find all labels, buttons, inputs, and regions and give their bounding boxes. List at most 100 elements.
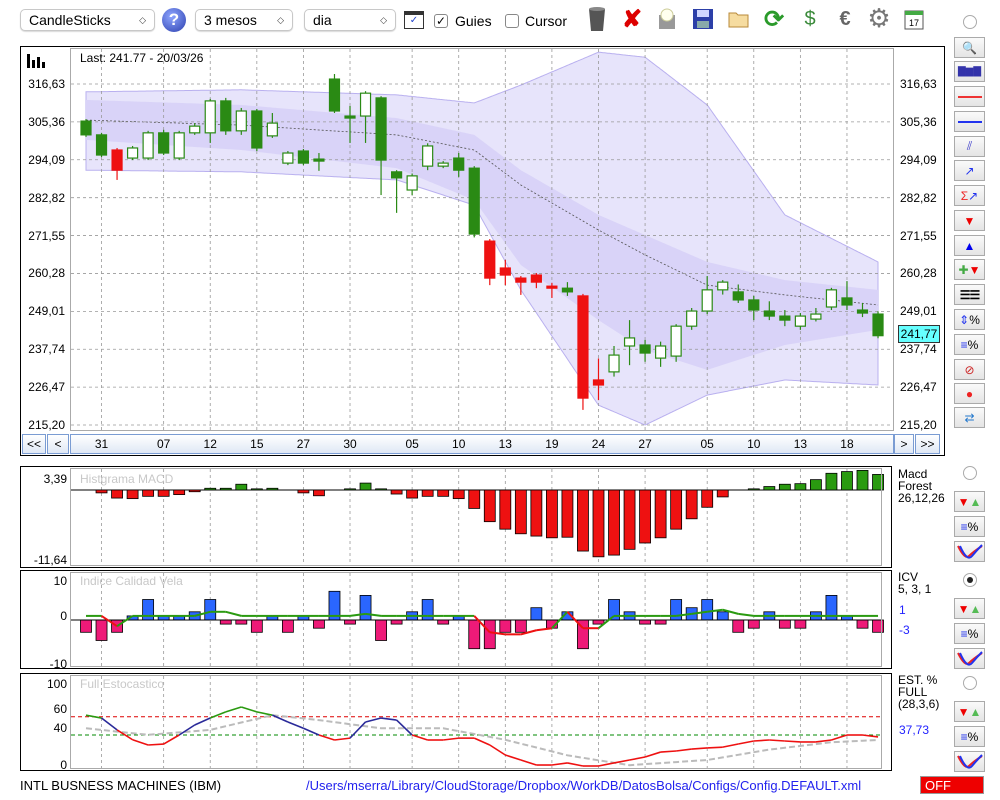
trash-icon[interactable] bbox=[584, 6, 610, 32]
chart-type-select[interactable]: CandleSticks ◇ bbox=[20, 9, 155, 31]
price-label-right: 215,20 bbox=[900, 418, 937, 432]
icv-max-label: 10 bbox=[53, 574, 67, 588]
icv-level-upper: 1 bbox=[899, 603, 906, 617]
date-label: 05 bbox=[405, 437, 419, 451]
price-plot-area[interactable] bbox=[70, 48, 894, 431]
curve-icon[interactable] bbox=[954, 541, 985, 562]
channel-icon[interactable]: ⫽ bbox=[954, 136, 985, 157]
sync-icon[interactable]: $ bbox=[797, 6, 823, 32]
save-icon[interactable] bbox=[690, 6, 716, 32]
main-panel-radio[interactable] bbox=[963, 15, 977, 29]
last-price-label: Last: 241.77 - 20/03/26 bbox=[80, 51, 204, 65]
macd-legend: Macd Forest 26,12,26 bbox=[898, 468, 945, 504]
zoom-icon[interactable]: 🔍 bbox=[954, 37, 985, 58]
volume-bars-icon[interactable] bbox=[26, 52, 46, 71]
last-price-badge: 241,77 bbox=[898, 325, 940, 343]
refresh-icon[interactable]: ⟳ bbox=[761, 6, 787, 33]
stoch-0-label: 0 bbox=[60, 758, 67, 772]
refresh-icon[interactable]: ⇄ bbox=[954, 407, 985, 428]
price-label-left: 316,63 bbox=[28, 77, 65, 91]
date-label: 05 bbox=[700, 437, 714, 451]
icv-plot-area[interactable] bbox=[70, 572, 882, 667]
icv-legend: ICV 5, 3, 1 bbox=[898, 571, 931, 595]
arrows-icon[interactable]: ▼ ▲ bbox=[954, 701, 985, 722]
interval-select[interactable]: dia ◇ bbox=[304, 9, 396, 31]
add-signal-icon[interactable]: ✚ ▼ bbox=[954, 259, 985, 280]
panel-select-radio[interactable] bbox=[963, 676, 977, 690]
open-folder-icon[interactable] bbox=[726, 6, 752, 32]
level-percent-icon[interactable]: ≡% bbox=[954, 623, 985, 644]
delete-icon[interactable]: ⊘ bbox=[954, 359, 985, 380]
level-percent-icon[interactable]: ≡% bbox=[954, 726, 985, 747]
arrows-icon[interactable]: ▼ ▲ bbox=[954, 598, 985, 619]
cursor-checkbox[interactable] bbox=[505, 14, 519, 28]
buy-arrow-icon[interactable]: ▲ bbox=[954, 235, 985, 256]
price-label-left: 249,01 bbox=[28, 304, 65, 319]
legend-line: 5, 3, 1 bbox=[898, 582, 932, 596]
stoch-40-label: 40 bbox=[53, 721, 67, 735]
chart-window-icon[interactable]: ✓ bbox=[404, 11, 424, 29]
help-icon[interactable]: ? bbox=[162, 8, 186, 32]
symbol-name: INTL BUSNESS MACHINES (IBM) bbox=[20, 778, 222, 793]
date-label: 10 bbox=[452, 437, 466, 451]
level-percent-icon[interactable]: ≡% bbox=[954, 334, 985, 355]
icv-title: Indice Calidad Vela bbox=[80, 574, 183, 588]
nav-first-button[interactable]: << bbox=[22, 434, 46, 454]
sell-arrow-icon[interactable]: ▼ bbox=[954, 210, 985, 231]
panel-select-radio[interactable] bbox=[963, 573, 977, 587]
config-path-link[interactable]: /Users/mserra/Library/CloudStorage/Dropb… bbox=[306, 778, 861, 793]
euro-icon[interactable]: € bbox=[832, 6, 858, 32]
red-line-icon[interactable] bbox=[954, 86, 985, 107]
blue-line-icon[interactable] bbox=[954, 111, 985, 132]
trendline-icon[interactable]: ↗ bbox=[954, 160, 985, 181]
curve-icon[interactable] bbox=[954, 648, 985, 669]
date-label: 12 bbox=[203, 437, 217, 451]
delete-icon[interactable]: ✘ bbox=[619, 6, 645, 33]
panel-select-radio[interactable] bbox=[963, 466, 977, 480]
price-label-right: 249,01 bbox=[900, 304, 937, 319]
level-percent-icon[interactable]: ≡% bbox=[954, 516, 985, 537]
date-label: 10 bbox=[747, 437, 761, 451]
icv-zero-label: 0 bbox=[60, 609, 67, 623]
period-value: 3 mesos bbox=[204, 12, 257, 28]
nav-prev-button[interactable]: < bbox=[47, 434, 69, 454]
export-icon[interactable] bbox=[654, 6, 680, 32]
price-label-left: 226,47 bbox=[28, 380, 65, 395]
date-scrollbar[interactable] bbox=[70, 434, 894, 454]
price-label-left: 305,36 bbox=[28, 114, 65, 129]
range-percent-icon[interactable]: ⇕% bbox=[954, 309, 985, 330]
cursor-label: Cursor bbox=[525, 13, 568, 29]
date-label: 15 bbox=[250, 437, 264, 451]
date-label: 13 bbox=[498, 437, 512, 451]
nav-last-button[interactable]: >> bbox=[915, 434, 940, 454]
chevron-updown-icon: ◇ bbox=[139, 14, 146, 25]
stoch-100-label: 100 bbox=[46, 677, 67, 691]
price-label-left: 282,82 bbox=[28, 190, 65, 205]
interval-value: dia bbox=[313, 12, 332, 28]
settings-gear-icon[interactable]: ⚙ bbox=[866, 3, 892, 33]
record-icon[interactable]: ● bbox=[954, 383, 985, 404]
svg-text:17: 17 bbox=[909, 18, 919, 28]
stochastic-plot-area[interactable] bbox=[70, 675, 882, 769]
date-label: 19 bbox=[545, 437, 559, 451]
candles-view-icon[interactable]: ▇▆▇ bbox=[954, 61, 985, 82]
grid-lines-icon[interactable]: ☰☰ bbox=[954, 284, 985, 305]
status-off-badge[interactable]: OFF bbox=[920, 776, 984, 794]
stochastic-legend: EST. % FULL (28,3,6) bbox=[898, 674, 939, 710]
curve-icon[interactable] bbox=[954, 751, 985, 772]
date-label: 07 bbox=[156, 437, 171, 451]
price-label-right: 260,28 bbox=[900, 266, 937, 281]
guides-checkbox[interactable]: ✓ bbox=[434, 14, 448, 28]
arrows-icon[interactable]: ▼ ▲ bbox=[954, 491, 985, 512]
calendar-icon[interactable]: 17 bbox=[901, 6, 927, 32]
period-select[interactable]: 3 mesos ◇ bbox=[195, 9, 293, 31]
date-label: 27 bbox=[296, 437, 311, 451]
nav-next-button[interactable]: > bbox=[894, 434, 914, 454]
sum-trendline-icon[interactable]: Σ ↗ bbox=[954, 185, 985, 206]
date-label: 18 bbox=[840, 437, 854, 451]
macd-plot-area[interactable] bbox=[70, 468, 882, 566]
price-label-right: 271,55 bbox=[900, 228, 937, 243]
price-label-left: 271,55 bbox=[28, 228, 65, 243]
legend-line: 26,12,26 bbox=[898, 491, 945, 505]
chevron-updown-icon: ◇ bbox=[380, 14, 387, 25]
